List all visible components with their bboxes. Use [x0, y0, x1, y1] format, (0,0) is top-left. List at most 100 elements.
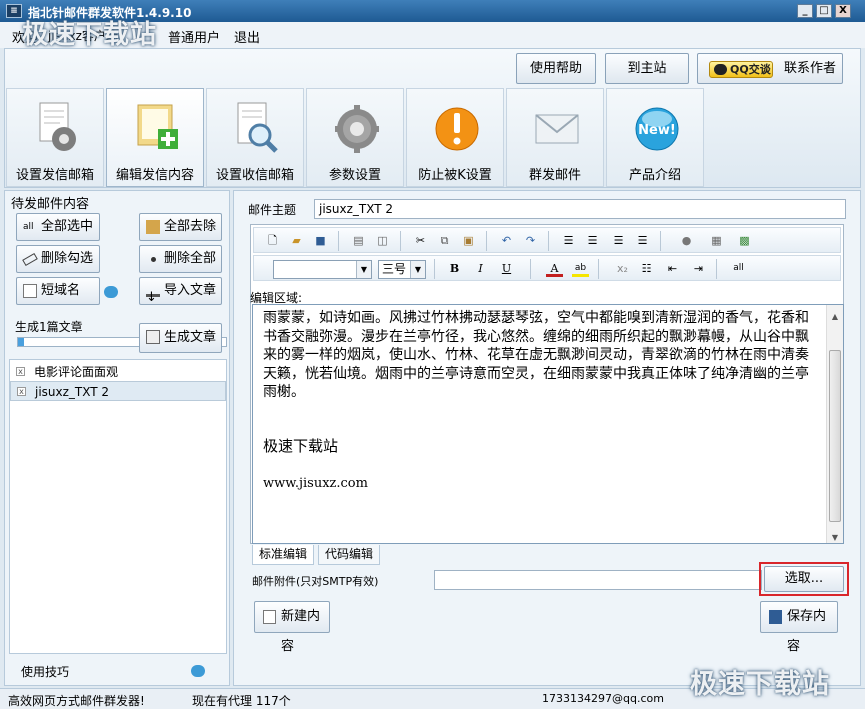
tool-sender-mailbox[interactable]: 设置发信邮箱 — [6, 88, 104, 187]
table-icon[interactable]: ▦ — [708, 232, 725, 249]
editor-toolbar-row-2: ▼ 三号 ▼ B I U A ab x₂ ☷ ⇤ ⇥ all — [253, 255, 841, 281]
tips-bubble-icon[interactable] — [191, 665, 205, 677]
status-slogan: 高效网页方式邮件群发器! — [8, 694, 145, 708]
subscript-icon[interactable]: x₂ — [614, 260, 631, 277]
copy-icon[interactable]: ⧉ — [436, 232, 453, 249]
generate-icon — [146, 330, 160, 344]
contact-button[interactable]: QQ交谈 联系作者 — [697, 53, 843, 84]
toolbar-separator — [434, 259, 435, 279]
eraser-icon — [22, 252, 38, 267]
tab-code-edit[interactable]: 代码编辑 — [318, 545, 381, 565]
numbered-list-icon[interactable]: ☷ — [638, 260, 655, 277]
home-button[interactable]: 到主站 — [605, 53, 689, 84]
import-article-button[interactable]: ↓ 导入文章 — [139, 277, 222, 305]
logout-link[interactable]: 退出 — [234, 27, 260, 46]
toolbar-separator — [400, 231, 401, 251]
bold-icon[interactable]: B — [446, 260, 463, 277]
subject-label: 邮件主题 — [248, 203, 297, 217]
print-preview-icon[interactable]: ◫ — [374, 232, 391, 249]
highlight-icon[interactable]: ab — [572, 260, 589, 277]
delete-all-button[interactable]: 删除全部 — [139, 245, 222, 273]
scroll-up-icon[interactable]: ▲ — [830, 308, 840, 321]
chevron-down-icon: ▼ — [356, 261, 371, 278]
underline-icon[interactable]: U — [498, 260, 515, 277]
align-center-icon[interactable]: ☰ — [610, 232, 627, 249]
select-all-button[interactable]: all 全部选中 — [16, 213, 100, 241]
tool-product-intro[interactable]: New! 产品介绍 — [606, 88, 704, 187]
align-left-icon[interactable]: ☰ — [584, 232, 601, 249]
font-name-select[interactable]: ▼ — [273, 260, 372, 279]
contact-label: 联系作者 — [784, 61, 837, 76]
tool-label: 编辑发信内容 — [115, 168, 194, 183]
short-domain-icon — [23, 284, 37, 298]
close-button[interactable]: X — [835, 4, 851, 18]
progress-fill — [18, 338, 25, 346]
list-item-checkbox[interactable]: x — [16, 367, 25, 376]
svg-text:New!: New! — [638, 123, 676, 138]
font-color-icon[interactable]: A — [546, 260, 563, 277]
tool-parameters[interactable]: 参数设置 — [306, 88, 404, 187]
scrollbar-thumb[interactable] — [829, 350, 841, 522]
new-doc-icon — [263, 610, 276, 624]
app-icon[interactable]: ≡ — [6, 4, 22, 18]
watermark-bottom: 极速下载站 — [690, 669, 830, 700]
redo-icon[interactable]: ↷ — [522, 232, 539, 249]
role-text: 普通用户 — [168, 31, 221, 46]
short-domain-button[interactable]: 短域名 — [16, 277, 100, 305]
cut-icon[interactable]: ✂ — [412, 232, 429, 249]
attachment-input[interactable] — [434, 570, 762, 590]
toolbar-separator — [548, 231, 549, 251]
select-all-icon: all — [23, 222, 34, 232]
toolbar-separator — [660, 231, 661, 251]
tool-anti-block[interactable]: 防止被K设置 — [406, 88, 504, 187]
remove-all-button[interactable]: 全部去除 — [139, 213, 222, 241]
body-line-url: www.jisuxz.com — [263, 476, 368, 491]
new-doc-icon[interactable]: 🗋 — [264, 232, 281, 249]
generate-article-button[interactable]: 生成文章 — [139, 323, 222, 353]
tips-link[interactable]: 使用技巧 — [21, 663, 69, 680]
new-badge-icon: New! — [635, 107, 679, 151]
new-content-button[interactable]: 新建内容 — [254, 601, 330, 654]
select-all-editor-icon[interactable]: all — [730, 260, 747, 277]
toolbar-separator — [338, 231, 339, 251]
align-justify-icon[interactable]: ☰ — [560, 232, 577, 249]
subject-input[interactable]: jisuxz_TXT 2 — [314, 199, 846, 219]
import-icon: ↓ — [146, 285, 160, 305]
list-item[interactable]: x 电影评论面面观 — [10, 362, 226, 382]
font-size-select[interactable]: 三号 ▼ — [378, 260, 426, 279]
list-item-checkbox[interactable]: x — [17, 387, 26, 396]
tool-recipient-mailbox[interactable]: 设置收信邮箱 — [206, 88, 304, 187]
find-icon[interactable]: ● — [678, 232, 695, 249]
list-item-label: jisuxz_TXT 2 — [35, 385, 110, 399]
undo-icon[interactable]: ↶ — [498, 232, 515, 249]
delete-dot-icon — [151, 257, 156, 262]
maximize-button[interactable]: □ — [816, 4, 832, 18]
paste-icon[interactable]: ▣ — [460, 232, 477, 249]
delete-checked-button[interactable]: 删除勾选 — [16, 245, 100, 273]
folder-add-icon — [137, 104, 178, 149]
help-button[interactable]: 使用帮助 — [516, 53, 596, 84]
save-disk-icon[interactable]: ■ — [312, 232, 329, 249]
tool-edit-content[interactable]: 编辑发信内容 — [106, 88, 204, 187]
tool-label: 防止被K设置 — [418, 168, 492, 183]
gear-icon — [335, 105, 379, 153]
editor-scrollbar[interactable]: ▲ ▼ — [826, 305, 843, 543]
align-right-icon[interactable]: ☰ — [634, 232, 651, 249]
content-editor[interactable]: 雨蒙蒙，如诗如画。风拂过竹林拂动瑟瑟琴弦，空气中都能嗅到清新湿润的香气，花香和书… — [252, 304, 844, 544]
toolbar-separator — [598, 259, 599, 279]
tab-standard-edit[interactable]: 标准编辑 — [252, 545, 315, 565]
save-content-button[interactable]: 保存内容 — [760, 601, 838, 654]
minimize-button[interactable]: _ — [797, 4, 813, 18]
image-icon[interactable]: ▩ — [736, 232, 753, 249]
list-item-selected[interactable]: x jisuxz_TXT 2 — [10, 381, 226, 401]
print-icon[interactable]: ▤ — [350, 232, 367, 249]
italic-icon[interactable]: I — [472, 260, 489, 277]
indent-icon[interactable]: ⇥ — [690, 260, 707, 277]
tool-mass-send[interactable]: 群发邮件 — [506, 88, 604, 187]
outdent-icon[interactable]: ⇤ — [664, 260, 681, 277]
content-list[interactable]: x 电影评论面面观 x jisuxz_TXT 2 — [9, 359, 227, 654]
chevron-down-icon: ▼ — [410, 261, 425, 278]
help-bubble-icon[interactable] — [104, 286, 118, 298]
open-folder-icon[interactable]: ▰ — [288, 232, 305, 249]
scroll-down-icon[interactable]: ▼ — [830, 529, 840, 542]
